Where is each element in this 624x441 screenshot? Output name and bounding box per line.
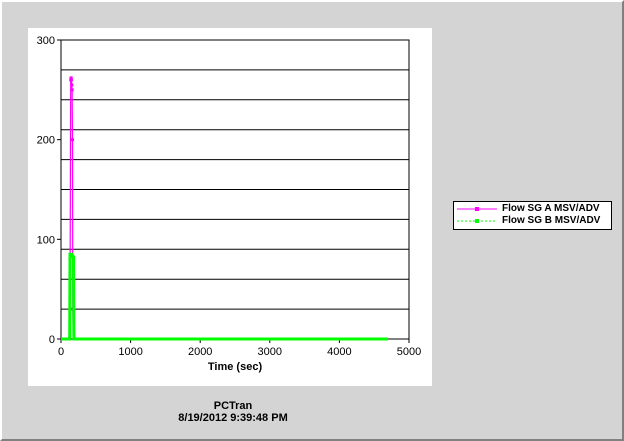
chart-window: 0 100 200 300 0 1000 2000 3000 4000 5000 Time (sec… bbox=[0, 0, 624, 441]
y-tick-label: 300 bbox=[37, 35, 55, 47]
data-point-0 bbox=[70, 83, 74, 87]
footer-app-name: PCTran bbox=[213, 400, 253, 412]
data-point-0 bbox=[70, 88, 74, 92]
y-tick-label: 100 bbox=[37, 234, 55, 246]
footer-timestamp: 8/19/2012 9:39:48 PM bbox=[178, 412, 288, 424]
footer: PCTran 8/19/2012 9:39:48 PM bbox=[2, 400, 464, 424]
x-tick-label: 2000 bbox=[188, 346, 212, 358]
x-tick-label: 1000 bbox=[118, 346, 142, 358]
legend-item-sg-a: Flow SG A MSV/ADV bbox=[454, 203, 611, 215]
data-point-0 bbox=[69, 78, 73, 82]
series-line-0 bbox=[61, 77, 389, 340]
legend-swatch-sg-b bbox=[457, 219, 497, 223]
legend-label-sg-b: Flow SG B MSV/ADV bbox=[502, 215, 601, 226]
y-tick-label: 0 bbox=[49, 334, 55, 346]
series-line-1 bbox=[61, 252, 389, 341]
data-point-1 bbox=[72, 255, 76, 259]
plot-panel: 0 100 200 300 0 1000 2000 3000 4000 5000 Time (sec… bbox=[28, 28, 432, 386]
legend-item-sg-b: Flow SG B MSV/ADV bbox=[454, 215, 611, 227]
legend: Flow SG A MSV/ADV Flow SG B MSV/ADV bbox=[453, 201, 612, 230]
x-tick-label: 4000 bbox=[327, 346, 351, 358]
x-axis-title: Time (sec) bbox=[208, 361, 263, 373]
x-tick-label: 5000 bbox=[397, 346, 421, 358]
legend-label-sg-a: Flow SG A MSV/ADV bbox=[502, 203, 600, 214]
chart-canvas: 01002003000 1000 2000 3000 4000 5000Time (sec… bbox=[37, 35, 422, 373]
x-tick-label: 3000 bbox=[258, 346, 282, 358]
legend-swatch-sg-a bbox=[457, 207, 497, 211]
data-point-0 bbox=[70, 138, 74, 142]
y-tick-label: 200 bbox=[37, 135, 55, 147]
x-tick-label: 0 bbox=[58, 346, 64, 358]
